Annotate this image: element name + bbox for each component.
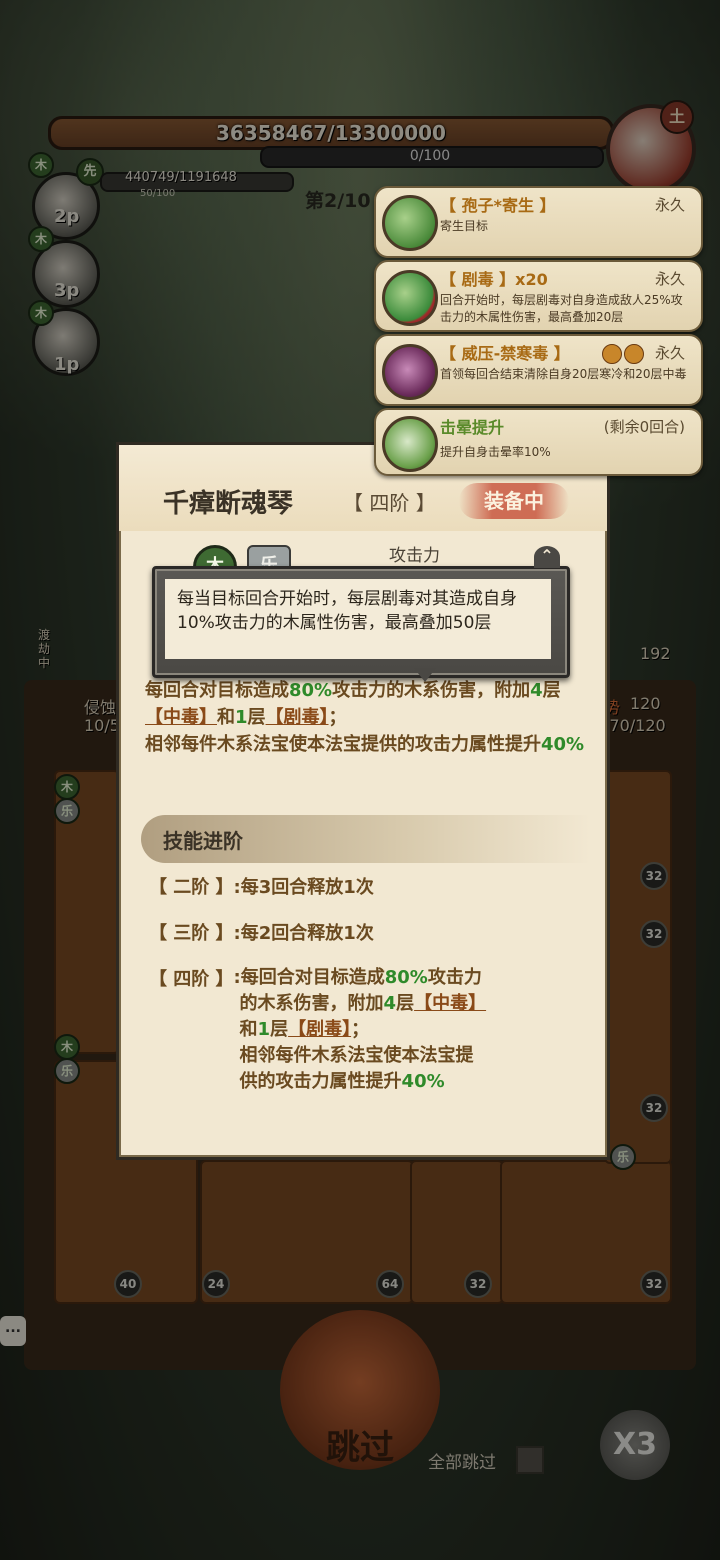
- buff-desc: 提升自身击晕率10%: [440, 445, 551, 459]
- skill-section-title: 技能进阶: [163, 829, 243, 853]
- spore-parasite-icon: [382, 195, 438, 251]
- rank-4-row: 【 四阶 】 :每回合对目标造成80%攻击力 的木系伤害，附加4层【中毒】 和1…: [149, 967, 487, 1092]
- buff-item-pressure[interactable]: 【 威压-禁寒毒 】 永久 首领每回合结束清除自身20层寒冷和20层中毒: [374, 334, 703, 406]
- stun-icon: [382, 416, 438, 472]
- buff-name: 【 剧毒 】x20: [440, 270, 548, 289]
- chevron-up-icon[interactable]: ⌃: [534, 546, 560, 568]
- buff-duration: 永久: [654, 270, 685, 288]
- rank-2-row: 【 二阶 】:每3回合释放1次: [149, 877, 374, 898]
- buff-name: 【 孢子*寄生 】: [440, 196, 556, 215]
- buff-desc: 回合开始时，每层剧毒对自身造成敌人25%攻击力的木属性伤害，最高叠加20层: [440, 293, 683, 324]
- freeze-badge-icon: [602, 344, 622, 364]
- stat-attack-label: 攻击力: [389, 546, 440, 566]
- buff-duration: (剩余0回合): [603, 418, 685, 436]
- equipped-badge: 装备中: [459, 483, 569, 519]
- poison-badge-icon: [624, 344, 644, 364]
- buff-desc: 寄生目标: [440, 219, 489, 233]
- item-title: 千瘴断魂琴: [163, 489, 294, 519]
- buff-name: 【 威压-禁寒毒 】: [440, 344, 570, 363]
- buff-duration: 永久: [654, 196, 685, 214]
- poison-tooltip: 每当目标回合开始时，每层剧毒对其造成自身10%攻击力的木属性伤害，最高叠加50层: [152, 566, 570, 678]
- buff-desc: 首领每回合结束清除自身20层寒冷和20层中毒: [440, 367, 687, 381]
- tooltip-pointer: [414, 668, 436, 682]
- poison-icon: [382, 270, 438, 326]
- tooltip-text: 每当目标回合开始时，每层剧毒对其造成自身10%攻击力的木属性伤害，最高叠加50层: [177, 589, 517, 633]
- buff-item-spore[interactable]: 【 孢子*寄生 】 永久 寄生目标: [374, 186, 703, 258]
- item-rank: 【 四阶 】: [343, 491, 436, 515]
- buff-duration: 永久: [654, 344, 685, 362]
- buff-name: 击晕提升: [440, 418, 505, 437]
- item-description: 每回合对目标造成80%攻击力的木系伤害，附加4层【中毒】和1层【剧毒】； 相邻每…: [145, 680, 585, 755]
- demon-icon: [382, 344, 438, 400]
- rank-3-row: 【 三阶 】:每2回合释放1次: [149, 923, 374, 944]
- buff-item-poison[interactable]: 【 剧毒 】x20 永久 回合开始时，每层剧毒对自身造成敌人25%攻击力的木属性…: [374, 260, 703, 332]
- buff-item-stun[interactable]: 击晕提升 (剩余0回合) 提升自身击晕率10%: [374, 408, 703, 476]
